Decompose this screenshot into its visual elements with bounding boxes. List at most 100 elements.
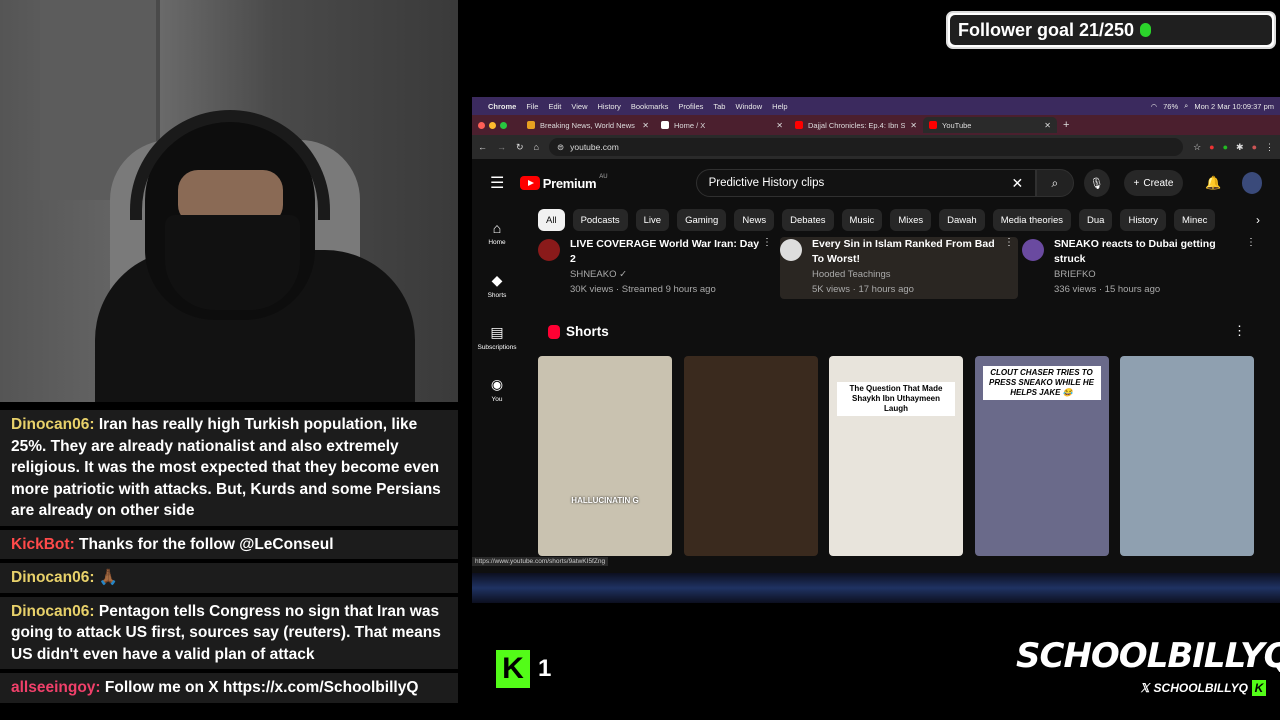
- follower-goal-bar: [1140, 23, 1270, 37]
- menu-app-name[interactable]: Chrome: [488, 102, 516, 111]
- voice-search-icon[interactable]: 🎙: [1083, 169, 1110, 197]
- avatar[interactable]: [1241, 172, 1262, 194]
- browser-tab[interactable]: YouTube ✕: [923, 117, 1057, 133]
- chat-username[interactable]: allseeingoy:: [11, 679, 101, 696]
- extension-icon[interactable]: ●: [1223, 142, 1228, 153]
- video-title[interactable]: SNEAKO reacts to Dubai getting struck: [1054, 237, 1249, 267]
- site-info-icon[interactable]: ⊜: [557, 142, 564, 153]
- video-card[interactable]: LIVE COVERAGE World War Iran: Day 2 SHNEA…: [538, 237, 776, 299]
- short-card[interactable]: CLOUT CHASER TRIES TO PRESS SNEAKO WHILE…: [974, 356, 1109, 556]
- chip-minec[interactable]: Minec: [1174, 209, 1216, 231]
- menu-item-profiles[interactable]: Profiles: [678, 102, 703, 111]
- shorts-more-icon[interactable]: ⋮: [1233, 323, 1246, 339]
- menu-item-window[interactable]: Window: [735, 102, 762, 111]
- channel-name[interactable]: BRIEFKO: [1054, 269, 1096, 280]
- chip-news[interactable]: News: [734, 209, 775, 231]
- chat-username[interactable]: KickBot:: [11, 536, 75, 553]
- video-title[interactable]: Every Sin in Islam Ranked From Bad To Wo…: [812, 237, 1007, 267]
- short-card[interactable]: Daniel Discusses: [683, 356, 818, 556]
- minimize-window-button[interactable]: [489, 121, 496, 129]
- chip-music[interactable]: Music: [841, 209, 883, 231]
- notifications-icon[interactable]: 🔔: [1205, 175, 1221, 191]
- wifi-icon[interactable]: ◠: [1151, 102, 1158, 111]
- clock[interactable]: Mon 2 Mar 10:09:37 pm: [1194, 102, 1274, 111]
- video-card[interactable]: Every Sin in Islam Ranked From Bad To Wo…: [780, 237, 1018, 299]
- search-button[interactable]: ⌕: [1036, 169, 1074, 197]
- video-card[interactable]: SNEAKO reacts to Dubai getting struck BRI…: [1022, 237, 1260, 299]
- stream-layout: Dinocan06: Iran has really high Turkish …: [0, 0, 1280, 720]
- chip-gaming[interactable]: Gaming: [677, 209, 727, 231]
- channel-avatar[interactable]: [538, 239, 560, 261]
- close-tab-icon[interactable]: ✕: [776, 121, 783, 130]
- chip-debates[interactable]: Debates: [782, 209, 834, 231]
- search-icon[interactable]: ⌕: [1184, 101, 1188, 111]
- extension-icon[interactable]: ●: [1209, 142, 1214, 153]
- close-tab-icon[interactable]: ✕: [642, 121, 649, 130]
- profile-icon[interactable]: ●: [1252, 142, 1257, 153]
- search-input[interactable]: Predictive History clips ✕: [695, 169, 1037, 197]
- screen-share: Chrome File Edit View History Bookmarks Profi…: [472, 97, 1280, 603]
- chip-history[interactable]: History: [1120, 209, 1167, 231]
- create-button[interactable]: + Create: [1123, 170, 1184, 196]
- clear-search-icon[interactable]: ✕: [1012, 175, 1024, 192]
- brand-logo: SCHOOLBILLYQ: [1016, 636, 1280, 676]
- x-icon: 𝕏: [1139, 681, 1150, 695]
- home-icon[interactable]: ⌂: [534, 142, 539, 152]
- chat-username[interactable]: Dinocan06:: [11, 603, 95, 620]
- video-more-icon[interactable]: ⋮: [762, 237, 772, 248]
- chat-message: Dinocan06: Pentagon tells Congress no si…: [0, 596, 458, 669]
- forward-icon[interactable]: →: [497, 142, 506, 152]
- sidebar-item-you[interactable]: ◉ You: [472, 363, 522, 415]
- menu-item-history[interactable]: History: [598, 102, 621, 111]
- chip-all[interactable]: All: [538, 209, 565, 231]
- menu-item-help[interactable]: Help: [772, 102, 787, 111]
- menu-item-edit[interactable]: Edit: [548, 102, 561, 111]
- short-card[interactable]: Japanese Version of: [1120, 356, 1254, 556]
- sidebar-item-shorts[interactable]: ◆ Shorts: [472, 259, 522, 311]
- browser-tab[interactable]: Breaking News, World News ✕: [521, 117, 655, 133]
- menu-item-bookmarks[interactable]: Bookmarks: [631, 102, 669, 111]
- bookmark-star-icon[interactable]: ☆: [1193, 142, 1201, 153]
- video-title[interactable]: LIVE COVERAGE World War Iran: Day 2: [570, 237, 765, 267]
- video-more-icon[interactable]: ⋮: [1004, 237, 1014, 248]
- menu-item-tab[interactable]: Tab: [713, 102, 725, 111]
- browser-tab[interactable]: Home / X ✕: [655, 117, 789, 133]
- chip-dawah[interactable]: Dawah: [939, 209, 985, 231]
- chat-username[interactable]: Dinocan06:: [11, 416, 95, 433]
- channel-name[interactable]: Hooded Teachings: [812, 269, 891, 280]
- chip-media-theories[interactable]: Media theories: [992, 209, 1072, 231]
- chevron-right-icon[interactable]: ›: [1248, 209, 1268, 231]
- channel-avatar[interactable]: [1022, 239, 1044, 261]
- sidebar-item-subscriptions[interactable]: ▤ Subscriptions: [472, 311, 522, 363]
- battery-label[interactable]: 76%: [1163, 102, 1178, 111]
- menu-item-view[interactable]: View: [571, 102, 587, 111]
- chip-mixes[interactable]: Mixes: [890, 209, 932, 231]
- chip-dua[interactable]: Dua: [1079, 209, 1113, 231]
- menu-item-file[interactable]: File: [526, 102, 538, 111]
- short-card[interactable]: HALLUCINATIN G: [538, 356, 672, 556]
- back-icon[interactable]: ←: [478, 142, 487, 152]
- short-card[interactable]: The Question That Made Shaykh Ibn Uthaym…: [829, 356, 963, 556]
- shorts-icon: ◆: [491, 271, 503, 288]
- chip-live[interactable]: Live: [635, 209, 670, 231]
- tab-label: YouTube: [942, 120, 972, 130]
- puzzle-icon[interactable]: ✱: [1236, 142, 1244, 153]
- hamburger-menu-icon[interactable]: ☰: [490, 173, 520, 193]
- more-menu-icon[interactable]: ⋮: [1265, 142, 1274, 153]
- youtube-logo[interactable]: Premium AU: [519, 173, 608, 191]
- youtube-region: AU: [599, 173, 608, 180]
- new-tab-button[interactable]: +: [1063, 119, 1069, 131]
- browser-tab[interactable]: Dajjal Chronicles: Ep.4: Ibn S ✕: [789, 117, 923, 133]
- chip-podcasts[interactable]: Podcasts: [572, 209, 628, 231]
- channel-name[interactable]: SHNEAKO ✓: [570, 269, 627, 280]
- address-bar[interactable]: ⊜ youtube.com: [548, 138, 1184, 156]
- sidebar-item-home[interactable]: ⌂ Home: [472, 207, 522, 259]
- video-more-icon[interactable]: ⋮: [1246, 237, 1256, 248]
- close-tab-icon[interactable]: ✕: [1044, 121, 1051, 130]
- close-window-button[interactable]: [478, 121, 485, 129]
- close-tab-icon[interactable]: ✕: [910, 121, 917, 130]
- chat-username[interactable]: Dinocan06:: [11, 569, 95, 586]
- reload-icon[interactable]: ↻: [516, 142, 524, 153]
- channel-avatar[interactable]: [780, 239, 802, 261]
- maximize-window-button[interactable]: [500, 121, 507, 129]
